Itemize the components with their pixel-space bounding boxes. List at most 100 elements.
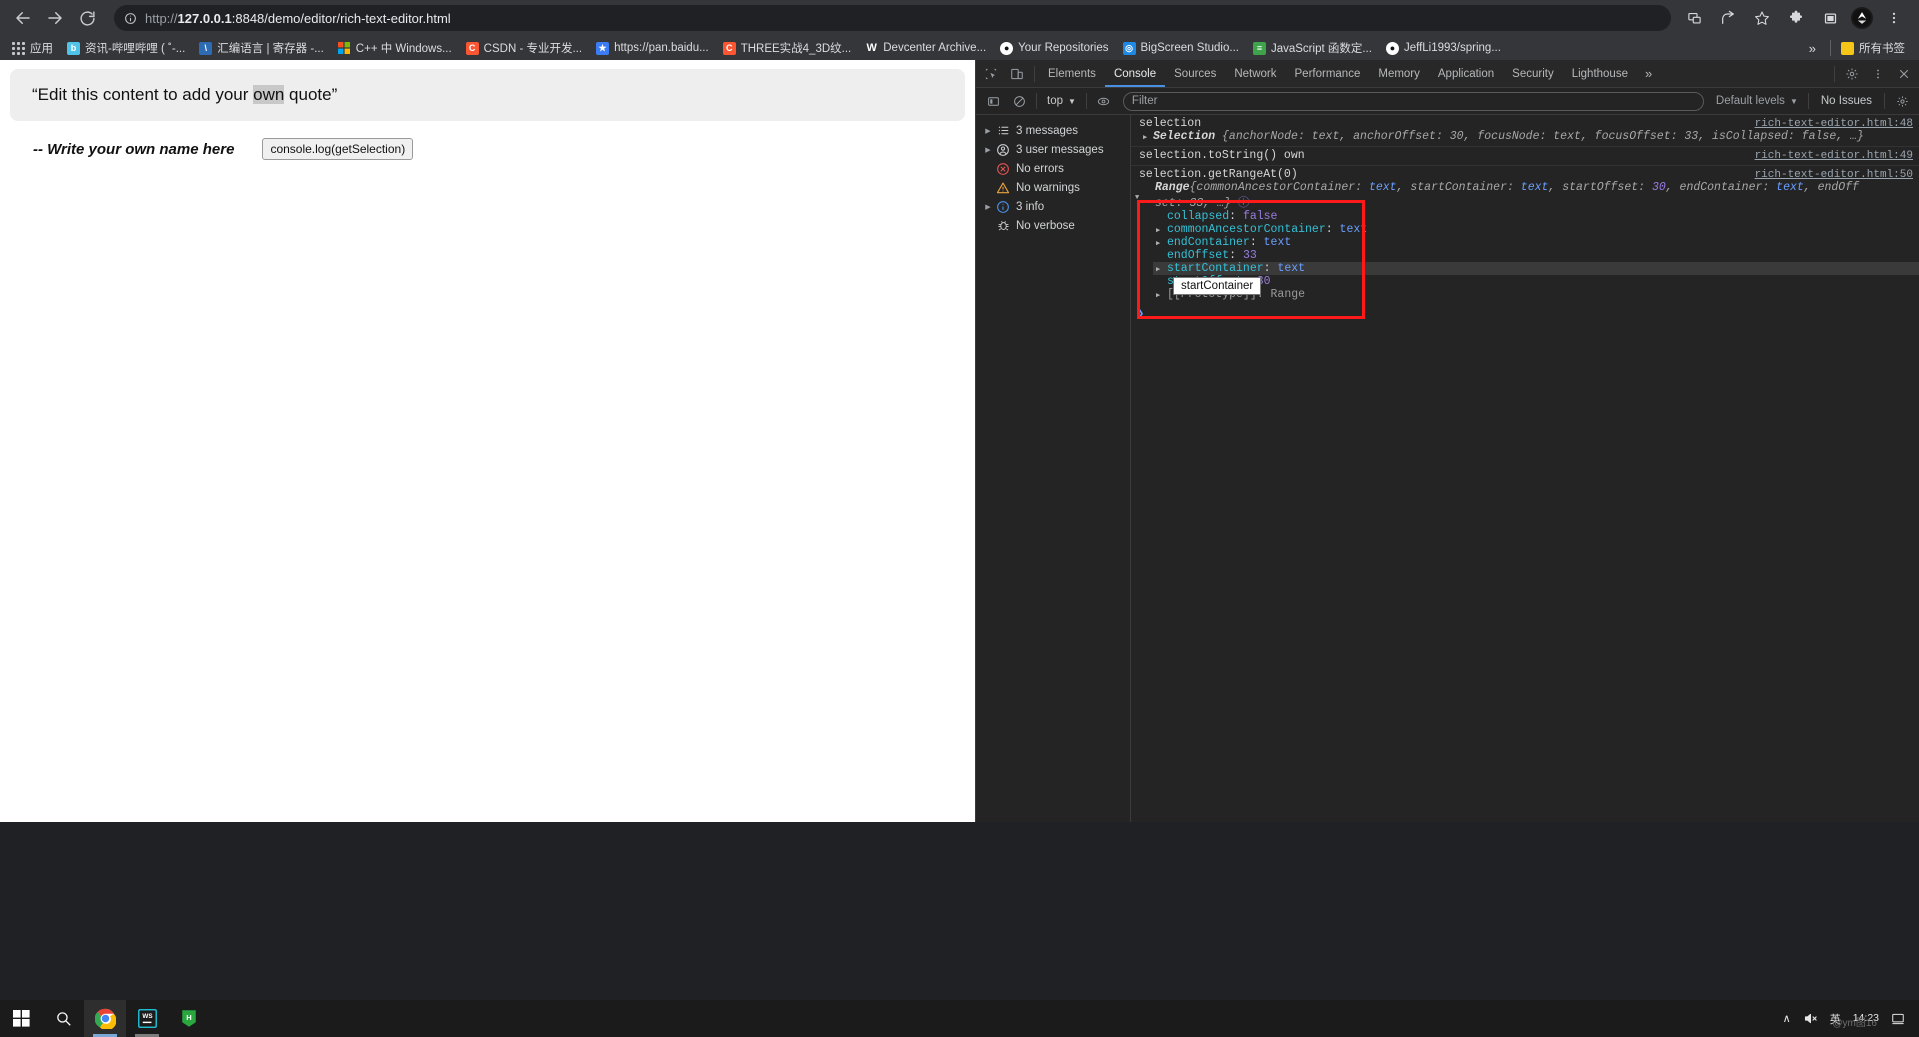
- sidebar-panel-icon[interactable]: [1817, 5, 1843, 31]
- bookmark-star-icon[interactable]: [1749, 5, 1775, 31]
- tab-lighthouse[interactable]: Lighthouse: [1563, 60, 1637, 87]
- console-sidebar-toggle-icon[interactable]: [980, 89, 1006, 113]
- bookmark-apps[interactable]: 应用: [6, 38, 59, 58]
- info-circle-icon: [994, 200, 1012, 214]
- sidebar-item-warnings[interactable]: No warnings: [976, 178, 1130, 197]
- chrome-taskbar-button[interactable]: [84, 1000, 126, 1037]
- search-button[interactable]: [42, 1000, 84, 1037]
- notification-icon[interactable]: [1885, 1012, 1911, 1026]
- tab-memory[interactable]: Memory: [1369, 60, 1429, 87]
- property-row-startoffset[interactable]: startOffset: 30: [1153, 275, 1919, 288]
- console-prompt[interactable]: ❯: [1131, 304, 1919, 322]
- bookmark-item-2[interactable]: \ 汇编语言 | 寄存器 -...: [193, 38, 330, 58]
- reload-button[interactable]: [72, 3, 102, 33]
- console-object-expanded[interactable]: ▼ Range{commonAncestorContainer: text, s…: [1135, 181, 1919, 319]
- tab-security[interactable]: Security: [1503, 60, 1563, 87]
- console-message[interactable]: selection rich-text-editor.html:48 ▶ Sele…: [1131, 115, 1919, 147]
- console-source-link[interactable]: rich-text-editor.html:49: [1755, 150, 1919, 162]
- bookmark-item-1[interactable]: b 资讯-哔哩哔哩 ( ˚-...: [61, 38, 191, 58]
- address-bar[interactable]: http://127.0.0.1:8848/demo/editor/rich-t…: [114, 5, 1671, 31]
- cite-text[interactable]: -- Write your own name here: [33, 141, 234, 158]
- property-value: text: [1263, 236, 1292, 249]
- console-message[interactable]: selection.toString() own rich-text-edito…: [1131, 147, 1919, 166]
- bookmark-label: JeffLi1993/spring...: [1403, 42, 1501, 54]
- sidebar-item-errors[interactable]: No errors: [976, 159, 1130, 178]
- webstorm-taskbar-button[interactable]: WS: [126, 1000, 168, 1037]
- clear-console-icon[interactable]: [1006, 89, 1032, 113]
- share-icon[interactable]: [1715, 5, 1741, 31]
- console-source-link[interactable]: rich-text-editor.html:50: [1755, 169, 1919, 181]
- bookmark-item-9[interactable]: ◎ BigScreen Studio...: [1117, 38, 1245, 58]
- console-settings-gear-icon[interactable]: [1889, 89, 1915, 113]
- tabs-overflow-button[interactable]: »: [1637, 66, 1660, 81]
- property-row-endcontainer[interactable]: ▶ endContainer: text: [1153, 236, 1919, 249]
- devtools-more-options-icon[interactable]: [1865, 62, 1891, 86]
- chevron-right-icon[interactable]: ▶: [1156, 264, 1167, 277]
- devtools-close-icon[interactable]: [1891, 62, 1917, 86]
- url-text: http://127.0.0.1:8848/demo/editor/rich-t…: [145, 10, 451, 26]
- chrome-icon: [94, 1008, 116, 1029]
- bookmark-item-10[interactable]: ≡ JavaScript 函数定...: [1247, 38, 1378, 58]
- start-button[interactable]: [0, 1000, 42, 1037]
- chevron-right-icon[interactable]: ▶: [1156, 225, 1167, 238]
- bookmarks-overflow-button[interactable]: »: [1799, 41, 1826, 56]
- chevron-right-icon[interactable]: ▶: [982, 203, 994, 211]
- back-button[interactable]: [8, 3, 38, 33]
- property-row-commonancestorcontainer[interactable]: ▶ commonAncestorContainer: text: [1153, 223, 1919, 236]
- profile-avatar-icon[interactable]: [1851, 7, 1873, 29]
- tray-expand-chevron-icon[interactable]: ∧: [1777, 1012, 1797, 1025]
- sidebar-item-messages[interactable]: ▶ 3 messages: [976, 121, 1130, 140]
- console-source-link[interactable]: rich-text-editor.html:48: [1755, 118, 1919, 130]
- property-row-prototype[interactable]: ▶[[Prototype]]: Range: [1153, 288, 1919, 301]
- bookmark-item-11[interactable]: ● JeffLi1993/spring...: [1380, 38, 1507, 58]
- property-row-collapsed[interactable]: collapsed: false: [1153, 210, 1919, 223]
- property-row-endoffset[interactable]: endOffset: 33: [1153, 249, 1919, 262]
- issues-status[interactable]: No Issues: [1813, 95, 1880, 107]
- tab-performance[interactable]: Performance: [1286, 60, 1370, 87]
- live-expression-eye-icon[interactable]: [1091, 89, 1117, 113]
- bookmark-item-5[interactable]: ★ https://pan.baidu...: [590, 38, 715, 58]
- console-filter-input[interactable]: Filter: [1122, 91, 1704, 111]
- log-selection-button[interactable]: console.log(getSelection): [262, 138, 414, 160]
- console-message[interactable]: selection.getRangeAt(0) rich-text-editor…: [1131, 166, 1919, 319]
- chevron-right-icon[interactable]: ▶: [982, 127, 994, 135]
- property-row-startcontainer[interactable]: ▶ startContainer: text: [1153, 262, 1919, 275]
- sidebar-item-label: No errors: [1016, 162, 1064, 175]
- bookmark-item-8[interactable]: ● Your Repositories: [994, 38, 1114, 58]
- object-info-icon[interactable]: ⓘ: [1238, 197, 1250, 210]
- chrome-menu-icon[interactable]: [1881, 5, 1907, 31]
- bookmark-item-4[interactable]: C CSDN - 专业开发...: [460, 38, 588, 58]
- console-message-list[interactable]: selection rich-text-editor.html:48 ▶ Sele…: [1131, 115, 1919, 822]
- bookmark-item-3[interactable]: C++ 中 Windows...: [332, 38, 458, 58]
- sidebar-item-user-messages[interactable]: ▶ 3 user messages: [976, 140, 1130, 159]
- chevron-right-icon[interactable]: ▶: [1143, 133, 1153, 142]
- tab-network[interactable]: Network: [1225, 60, 1285, 87]
- chevron-right-icon[interactable]: ▶: [982, 146, 994, 154]
- devtools-settings-gear-icon[interactable]: [1839, 62, 1865, 86]
- sidebar-item-verbose[interactable]: No verbose: [976, 216, 1130, 235]
- bookmark-item-7[interactable]: W Devcenter Archive...: [859, 38, 992, 58]
- tab-application[interactable]: Application: [1429, 60, 1503, 87]
- all-bookmarks-button[interactable]: 所有书签: [1835, 38, 1911, 58]
- tab-console[interactable]: Console: [1105, 60, 1165, 87]
- object-preview-wrapped-text: set: 33, …}: [1155, 197, 1231, 210]
- extensions-puzzle-icon[interactable]: [1783, 5, 1809, 31]
- tab-sources[interactable]: Sources: [1165, 60, 1225, 87]
- forward-button[interactable]: [40, 3, 70, 33]
- chevron-down-icon[interactable]: ▼: [1135, 194, 1145, 202]
- bookmark-item-6[interactable]: C THREE实战4_3D纹...: [717, 38, 858, 58]
- sidebar-item-info[interactable]: ▶ 3 info: [976, 197, 1130, 216]
- chevron-right-icon[interactable]: ▶: [1156, 290, 1167, 303]
- inspect-element-icon[interactable]: [978, 62, 1004, 86]
- chevron-right-icon[interactable]: ▶: [1156, 238, 1167, 251]
- console-log-levels-selector[interactable]: Default levels ▼: [1710, 95, 1804, 107]
- console-context-selector[interactable]: top ▼: [1041, 95, 1082, 107]
- volume-muted-icon[interactable]: [1797, 1011, 1824, 1026]
- site-info-icon[interactable]: [124, 12, 137, 25]
- media-cast-icon[interactable]: [1681, 5, 1707, 31]
- device-toolbar-icon[interactable]: [1004, 62, 1030, 86]
- editable-blockquote[interactable]: “Edit this content to add your own quote…: [10, 69, 965, 121]
- tab-elements[interactable]: Elements: [1039, 60, 1105, 87]
- hbuilder-taskbar-button[interactable]: H: [168, 1000, 210, 1037]
- console-object-preview[interactable]: ▶ Selection {anchorNode: text, anchorOffs…: [1135, 130, 1919, 143]
